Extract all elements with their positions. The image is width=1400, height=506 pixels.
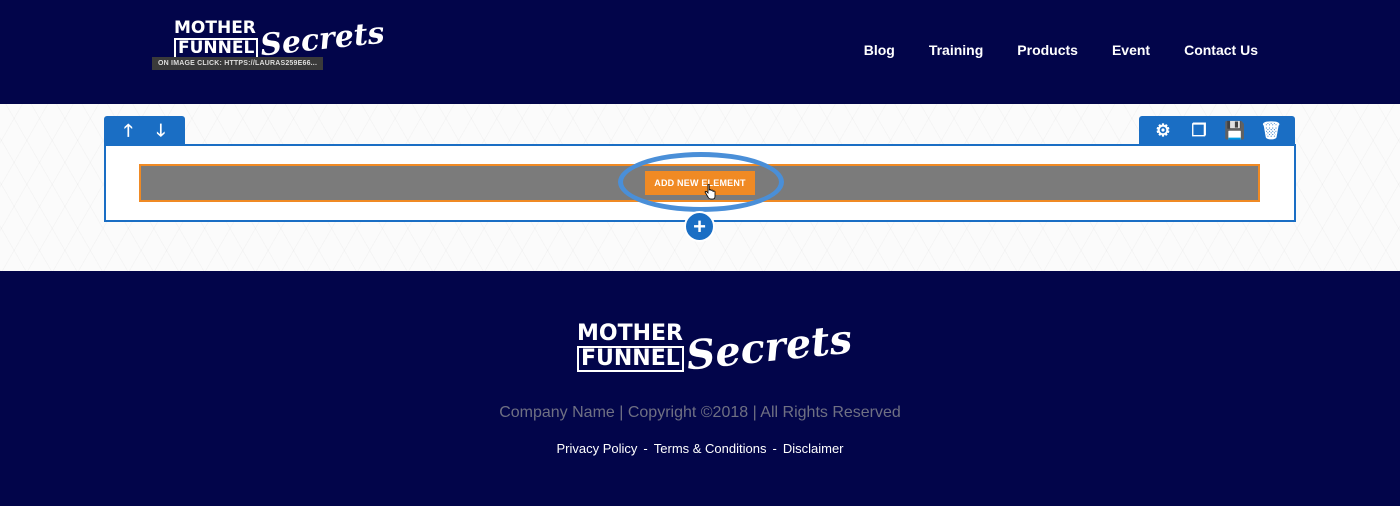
- disclaimer-link[interactable]: Disclaimer: [783, 441, 844, 456]
- row-actions-toolbar: ⚙ ❐ 💾 🗑: [1139, 116, 1295, 144]
- footer-logo-line1: MOTHER: [577, 321, 683, 346]
- logo-line2: FUNNEL: [174, 38, 259, 59]
- nav-event[interactable]: Event: [1112, 42, 1150, 58]
- header-logo[interactable]: MOTHER FUNNEL Secrets: [174, 16, 386, 63]
- image-link-tag: ON IMAGE CLICK: HTTPS://LAURAS259E66...: [152, 57, 324, 70]
- nav-products[interactable]: Products: [1017, 42, 1078, 58]
- logo-wordmark: MOTHER FUNNEL: [174, 18, 259, 59]
- privacy-policy-link[interactable]: Privacy Policy: [557, 441, 638, 456]
- row-move-toolbar: 🡑 🡓: [104, 116, 185, 144]
- footer-logo: MOTHER FUNNEL Secrets: [577, 315, 854, 380]
- footer-logo-script: Secrets: [683, 315, 854, 380]
- hand-cursor-icon: [704, 184, 716, 200]
- nav-contact-us[interactable]: Contact Us: [1184, 42, 1258, 58]
- builder-section: 🡑 🡓 ⚙ ❐ 💾 🗑 ADD NEW ELEMENT +: [0, 104, 1400, 271]
- header: MOTHER FUNNEL Secrets ON IMAGE CLICK: HT…: [0, 0, 1400, 104]
- trash-icon[interactable]: 🗑: [1259, 122, 1283, 139]
- nav-training[interactable]: Training: [929, 42, 983, 58]
- terms-link[interactable]: Terms & Conditions: [654, 441, 767, 456]
- footer: MOTHER FUNNEL Secrets Company Name | Cop…: [0, 271, 1400, 506]
- add-row-button[interactable]: +: [684, 211, 715, 242]
- logo-line1: MOTHER: [174, 18, 256, 38]
- main-nav: Blog Training Products Event Contact Us: [864, 42, 1258, 58]
- footer-links: Privacy Policy - Terms & Conditions - Discla…: [0, 441, 1400, 456]
- nav-blog[interactable]: Blog: [864, 42, 895, 58]
- copy-icon[interactable]: ❐: [1187, 122, 1211, 139]
- add-new-element-button[interactable]: ADD NEW ELEMENT: [645, 171, 755, 195]
- gear-icon[interactable]: ⚙: [1151, 122, 1175, 139]
- save-icon[interactable]: 💾: [1223, 122, 1247, 139]
- copyright-text: Company Name | Copyright ©2018 | All Rig…: [499, 404, 901, 421]
- footer-logo-line2: FUNNEL: [577, 346, 684, 372]
- arrow-down-icon[interactable]: 🡓: [149, 122, 173, 139]
- link-separator: -: [643, 441, 648, 456]
- link-separator: -: [772, 441, 777, 456]
- arrow-up-icon[interactable]: 🡑: [116, 122, 140, 139]
- footer-logo-wordmark: MOTHER FUNNEL: [577, 323, 684, 372]
